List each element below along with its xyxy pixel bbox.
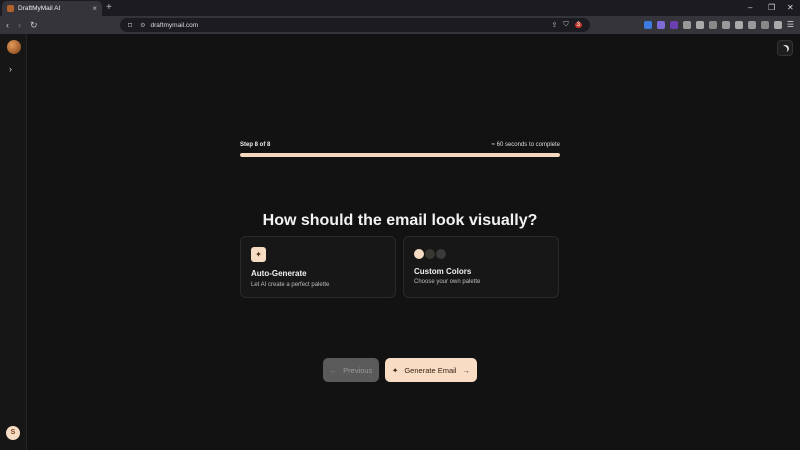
arrow-left-icon: ← <box>329 365 338 375</box>
download-icon[interactable] <box>708 20 717 29</box>
moon-icon <box>780 43 790 53</box>
color-swatches <box>414 249 446 259</box>
extension-icon[interactable] <box>760 20 769 29</box>
bookmark-icon[interactable]: ⌑ <box>128 21 132 30</box>
site-favicon-icon <box>7 5 14 12</box>
sidebar-icon[interactable] <box>734 20 743 29</box>
shield-icon[interactable]: ⛉ <box>563 21 568 29</box>
tab-title: DraftMyMail AI <box>18 5 61 12</box>
previous-label: Previous <box>343 365 373 375</box>
extension-icons: ☰ <box>643 20 794 29</box>
menu-icon[interactable]: ☰ <box>787 20 794 29</box>
option-auto-generate[interactable]: ✦ Auto-Generate Let AI create a perfect … <box>240 236 396 298</box>
address-bar[interactable]: ⌑ ⚙ draftmymail.com ⇪ ⛉ 3 <box>120 18 590 32</box>
notification-badge[interactable]: 3 <box>574 22 582 28</box>
reload-icon[interactable]: ↻ <box>30 19 38 31</box>
option-title: Custom Colors <box>414 267 472 276</box>
progress-bar <box>240 153 560 157</box>
theme-toggle-button[interactable] <box>777 40 793 56</box>
forward-icon[interactable]: › <box>18 19 21 31</box>
window-close-icon[interactable]: ✕ <box>787 2 794 14</box>
question-heading: How should the email look visually? <box>262 212 538 229</box>
browser-tab[interactable]: DraftMyMail AI × <box>2 1 102 16</box>
generate-email-button[interactable]: ✦ Generate Email → <box>385 358 477 382</box>
color-swatch <box>436 249 446 259</box>
generate-label: Generate Email <box>404 365 457 375</box>
site-info-icon[interactable]: ⚙ <box>140 22 145 29</box>
sparkles-icon: ✦ <box>392 365 399 375</box>
extension-icon[interactable] <box>669 20 678 29</box>
progress-fill <box>240 153 560 157</box>
extension-icon[interactable] <box>656 20 665 29</box>
app-logo[interactable] <box>7 40 21 54</box>
user-avatar[interactable]: S <box>6 426 20 440</box>
share-icon[interactable]: ⇪ <box>552 21 558 29</box>
wallet-icon[interactable] <box>747 20 756 29</box>
option-description: Choose your own palette <box>414 279 481 285</box>
sparkles-icon: ✦ <box>251 247 266 262</box>
minimize-icon[interactable]: – <box>748 2 752 14</box>
new-tab-icon[interactable]: + <box>106 2 112 14</box>
browser-tab-bar: DraftMyMail AI × + – ❐ ✕ <box>0 0 800 16</box>
extension-icon[interactable] <box>643 20 652 29</box>
previous-button[interactable]: ← Previous <box>323 358 379 382</box>
url-text[interactable]: draftmymail.com <box>151 22 552 29</box>
browser-toolbar: ‹ › ↻ ⌑ ⚙ draftmymail.com ⇪ ⛉ 3 ☰ <box>0 16 800 34</box>
maximize-icon[interactable]: ❐ <box>768 2 775 14</box>
vpn-icon[interactable] <box>773 20 782 29</box>
color-swatch <box>425 249 435 259</box>
app-sidebar: › S <box>0 34 27 450</box>
color-swatch <box>414 249 424 259</box>
extension-icon[interactable] <box>695 20 704 29</box>
back-icon[interactable]: ‹ <box>6 19 9 31</box>
media-icon[interactable] <box>721 20 730 29</box>
step-label: Step 8 of 8 <box>240 142 271 148</box>
option-title: Auto-Generate <box>251 269 307 278</box>
option-description: Let AI create a perfect palette <box>251 282 330 288</box>
extension-icon[interactable] <box>682 20 691 29</box>
step-header: Step 8 of 8 ≈ 60 seconds to complete <box>240 142 560 152</box>
arrow-right-icon: → <box>462 365 470 375</box>
time-estimate: ≈ 60 seconds to complete <box>491 142 560 148</box>
expand-sidebar-icon[interactable]: › <box>9 64 12 74</box>
close-tab-icon[interactable]: × <box>92 4 97 13</box>
option-custom-colors[interactable]: Custom Colors Choose your own palette <box>403 236 559 298</box>
